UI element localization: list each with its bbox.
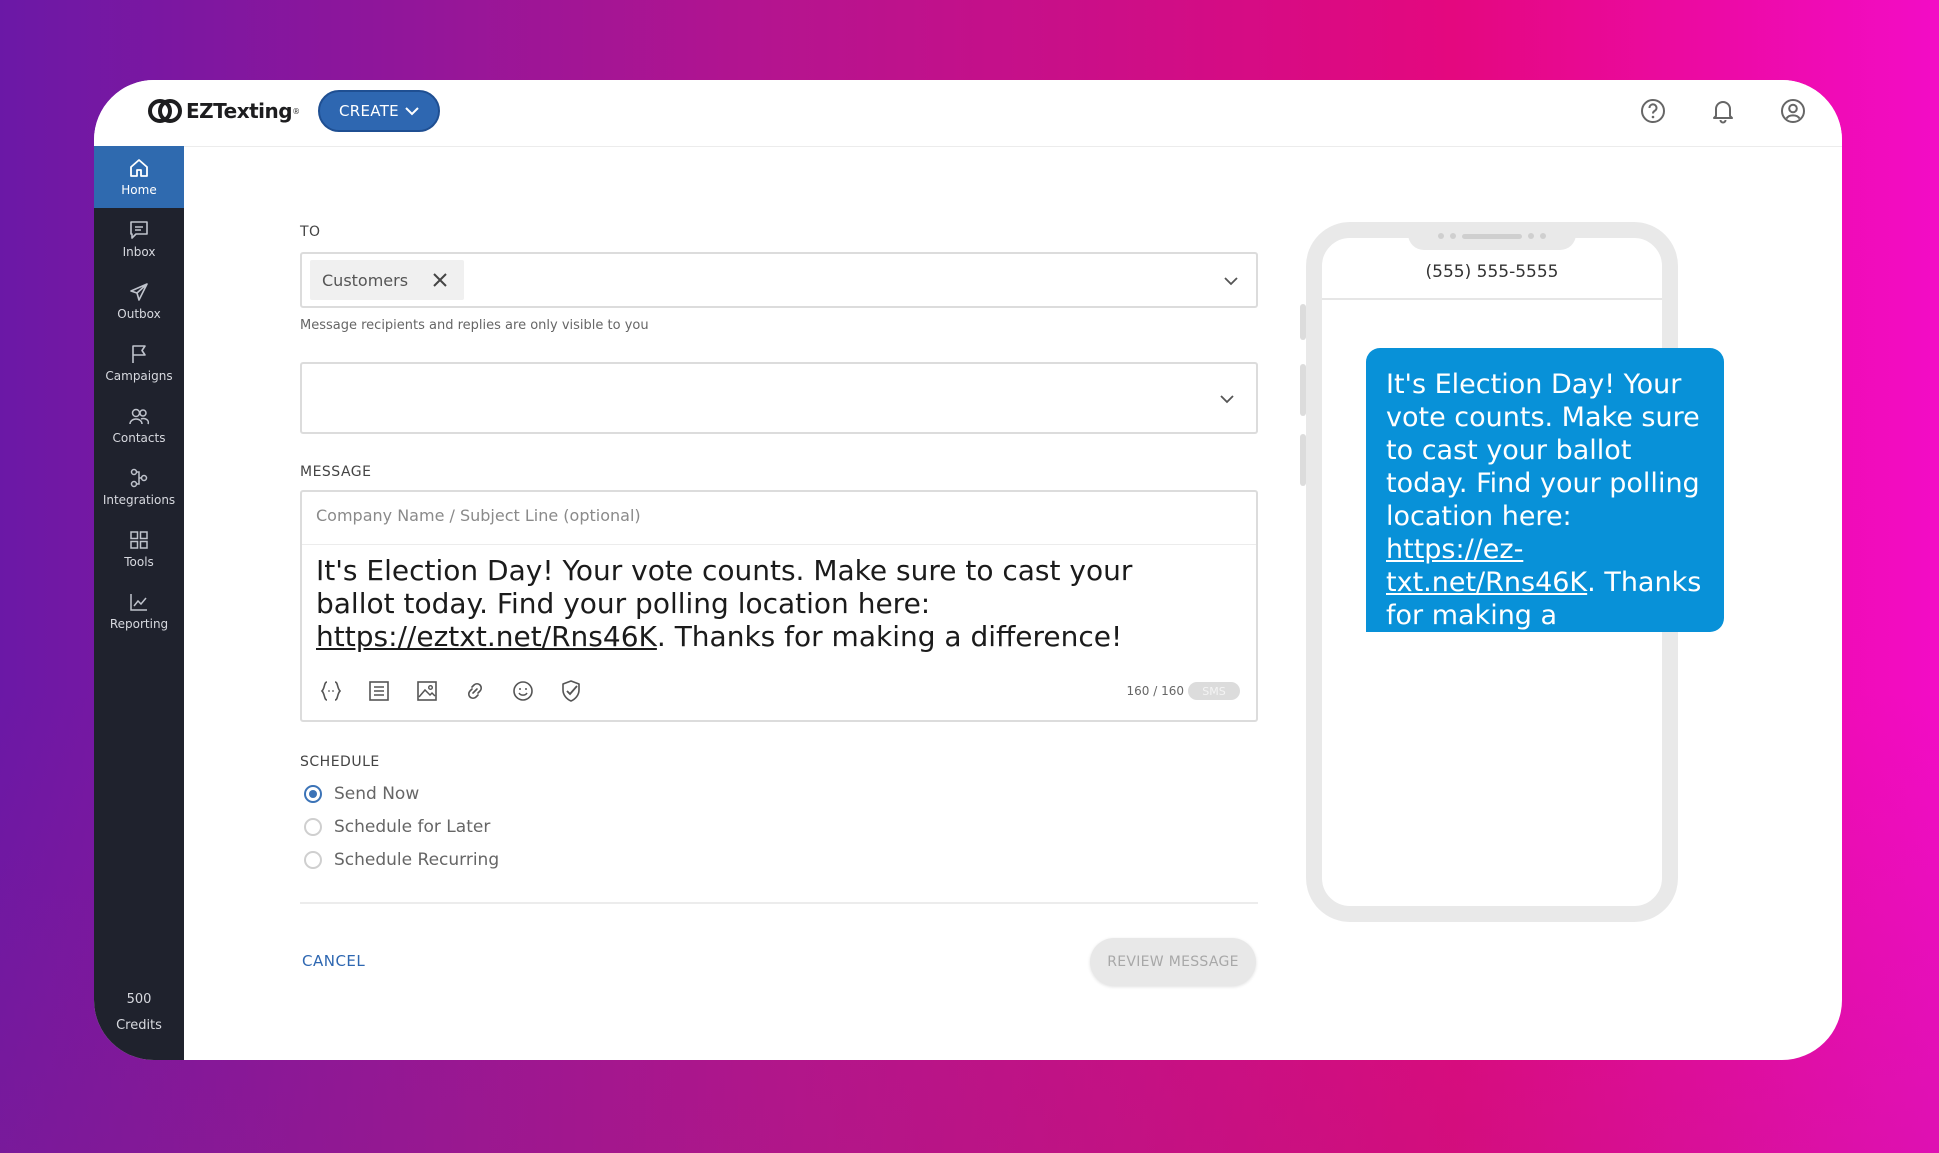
message-text-before-link: It's Election Day! Your vote counts. Mak… bbox=[316, 554, 1133, 620]
sidebar-item-outbox[interactable]: Outbox bbox=[94, 270, 184, 332]
phone-notch bbox=[1408, 222, 1576, 250]
integrations-icon bbox=[130, 468, 148, 488]
create-button-label: CREATE bbox=[339, 102, 399, 120]
sidebar-item-reporting[interactable]: Reporting bbox=[94, 580, 184, 642]
phone-header-divider bbox=[1322, 298, 1662, 300]
composer-toolbar bbox=[318, 678, 584, 704]
compliance-check-icon[interactable] bbox=[558, 678, 584, 704]
grid-icon bbox=[130, 531, 148, 549]
chart-icon bbox=[130, 594, 147, 611]
sidebar-item-label: Integrations bbox=[102, 493, 176, 507]
message-label: MESSAGE bbox=[300, 464, 372, 480]
logo-registered-mark: ® bbox=[292, 106, 301, 116]
sidebar: Home Inbox Outbox Campaigns Contacts Int… bbox=[94, 146, 184, 1060]
sidebar-item-integrations[interactable]: Integrations bbox=[94, 456, 184, 518]
secondary-select[interactable] bbox=[300, 362, 1258, 434]
recipients-select[interactable]: Customers bbox=[300, 252, 1258, 308]
form-divider bbox=[300, 902, 1258, 904]
to-label: TO bbox=[300, 224, 321, 240]
radio-selected-icon[interactable] bbox=[304, 785, 322, 803]
radio-unselected-icon[interactable] bbox=[304, 851, 322, 869]
phone-side-button bbox=[1300, 364, 1306, 416]
schedule-option-label: Schedule Recurring bbox=[334, 850, 500, 870]
sidebar-item-contacts[interactable]: Contacts bbox=[94, 394, 184, 456]
schedule-option-later[interactable]: Schedule for Later bbox=[304, 817, 490, 837]
chevron-down-icon[interactable] bbox=[1218, 390, 1236, 408]
phone-number: (555) 555-5555 bbox=[1425, 262, 1559, 282]
sidebar-item-label: Outbox bbox=[117, 307, 161, 321]
notch-dot bbox=[1438, 233, 1444, 239]
bubble-text-before-link: It's Election Day! Your vote counts. Mak… bbox=[1386, 369, 1700, 532]
image-icon[interactable] bbox=[414, 678, 440, 704]
message-body-input[interactable]: It's Election Day! Your vote counts. Mak… bbox=[316, 554, 1216, 653]
radio-unselected-icon[interactable] bbox=[304, 818, 322, 836]
character-count: 160 / 160 bbox=[1126, 684, 1184, 698]
sidebar-item-tools[interactable]: Tools bbox=[94, 518, 184, 580]
sidebar-item-label: Reporting bbox=[109, 617, 169, 631]
close-icon[interactable] bbox=[430, 270, 450, 290]
schedule-option-send-now[interactable]: Send Now bbox=[304, 784, 419, 804]
credits-value: 500 bbox=[126, 992, 152, 1007]
message-composer[interactable]: Company Name / Subject Line (optional) I… bbox=[300, 490, 1258, 722]
link-icon[interactable] bbox=[462, 678, 488, 704]
bubble-link: https://ez-txt.net/Rns46K bbox=[1386, 534, 1588, 598]
create-button[interactable]: CREATE bbox=[318, 90, 440, 132]
schedule-option-label: Schedule for Later bbox=[334, 817, 491, 837]
send-icon bbox=[130, 283, 148, 301]
recipient-chip-label: Customers bbox=[322, 270, 409, 290]
sidebar-item-campaigns[interactable]: Campaigns bbox=[94, 332, 184, 394]
help-icon[interactable] bbox=[1638, 96, 1668, 126]
logo[interactable]: EZTexting ® bbox=[148, 96, 300, 126]
sidebar-item-label: Contacts bbox=[112, 431, 166, 445]
recipient-chip[interactable]: Customers bbox=[310, 260, 464, 300]
contacts-icon bbox=[129, 408, 150, 425]
chevron-down-icon[interactable] bbox=[1222, 272, 1240, 290]
phone-side-button bbox=[1300, 434, 1306, 486]
logo-text: EZTexting bbox=[186, 99, 293, 123]
message-text-after-link: . Thanks for making a difference! bbox=[656, 620, 1123, 653]
emoji-icon[interactable] bbox=[510, 678, 536, 704]
notch-dot bbox=[1528, 233, 1534, 239]
sidebar-item-label: Inbox bbox=[122, 245, 156, 259]
logo-mark-icon bbox=[148, 96, 182, 126]
notch-dot bbox=[1450, 233, 1456, 239]
sidebar-item-label: Tools bbox=[124, 555, 154, 569]
cancel-button[interactable]: CANCEL bbox=[302, 952, 365, 970]
sidebar-item-label: Home bbox=[121, 183, 157, 197]
sms-badge: SMS bbox=[1188, 682, 1240, 700]
phone-side-button bbox=[1300, 304, 1306, 340]
notch-dot bbox=[1540, 233, 1546, 239]
home-icon bbox=[130, 159, 148, 177]
sidebar-item-home[interactable]: Home bbox=[94, 146, 184, 208]
notch-speaker bbox=[1462, 233, 1522, 239]
template-icon[interactable] bbox=[366, 678, 392, 704]
inbox-icon bbox=[130, 221, 148, 239]
credits-label: Credits bbox=[116, 1018, 162, 1033]
flag-icon bbox=[132, 345, 146, 363]
schedule-label: SCHEDULE bbox=[300, 754, 380, 770]
app-window: EZTexting ® CREATE Home Inbox Outbox Cam… bbox=[94, 80, 1842, 1060]
account-icon[interactable] bbox=[1778, 96, 1808, 126]
sidebar-item-inbox[interactable]: Inbox bbox=[94, 208, 184, 270]
message-preview-bubble: It's Election Day! Your vote counts. Mak… bbox=[1366, 348, 1724, 664]
sidebar-item-label: Campaigns bbox=[105, 369, 173, 383]
message-link[interactable]: https://eztxt.net/Rns46K bbox=[316, 620, 657, 653]
chevron-down-icon bbox=[405, 107, 419, 116]
review-message-button[interactable]: REVIEW MESSAGE bbox=[1090, 938, 1256, 986]
subject-line-input[interactable]: Company Name / Subject Line (optional) bbox=[316, 506, 641, 525]
merge-field-icon[interactable] bbox=[318, 678, 344, 704]
schedule-option-recurring[interactable]: Schedule Recurring bbox=[304, 850, 499, 870]
recipients-help-text: Message recipients and replies are only … bbox=[300, 318, 649, 333]
bell-icon[interactable] bbox=[1708, 96, 1738, 126]
subject-divider bbox=[302, 544, 1256, 545]
top-header: EZTexting ® CREATE bbox=[94, 80, 1842, 147]
schedule-option-label: Send Now bbox=[334, 784, 420, 804]
